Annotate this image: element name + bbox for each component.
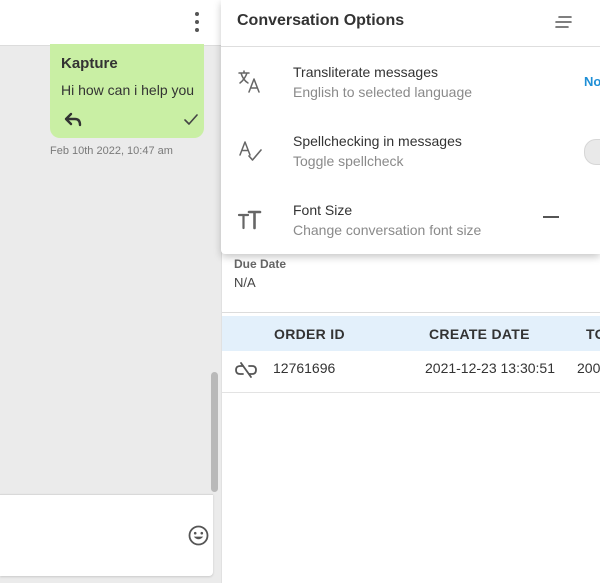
divider: [222, 312, 600, 313]
option-font-size[interactable]: Font Size Change conversation font size: [221, 202, 600, 262]
option-subtitle: English to selected language: [293, 84, 473, 100]
message-sender: Kapture: [61, 55, 118, 72]
total-cell: 200: [577, 360, 600, 376]
option-title: Transliterate messages: [293, 64, 438, 80]
option-subtitle: Toggle spellcheck: [293, 153, 404, 169]
option-title: Spellchecking in messages: [293, 133, 462, 149]
chat-header: [0, 0, 221, 46]
message-text: Hi how can i help you: [61, 82, 195, 98]
due-date-value: N/A: [234, 275, 256, 290]
reply-icon[interactable]: [64, 112, 82, 128]
table-row[interactable]: 12761696 2021-12-23 13:30:51 200: [222, 351, 600, 393]
column-total[interactable]: TO: [586, 326, 600, 342]
options-title: Conversation Options: [237, 12, 405, 29]
option-title: Font Size: [293, 202, 353, 218]
menu-lines-icon[interactable]: [554, 15, 572, 29]
spellcheck-toggle[interactable]: [584, 139, 600, 165]
orders-table-header: ORDER ID CREATE DATE TO: [222, 316, 600, 351]
font-size-icon: [237, 210, 262, 230]
column-create-date[interactable]: CREATE DATE: [429, 326, 530, 342]
order-id-cell: 12761696: [273, 360, 336, 376]
chat-scrollbar[interactable]: [211, 372, 218, 492]
minus-icon[interactable]: [543, 216, 559, 218]
unlink-icon[interactable]: [235, 360, 257, 380]
emoji-icon[interactable]: [188, 525, 209, 546]
message-composer[interactable]: [0, 494, 213, 576]
delivered-check-icon: [184, 114, 198, 125]
option-spellcheck[interactable]: Spellchecking in messages Toggle spellch…: [221, 133, 600, 193]
transliterate-language-select[interactable]: No: [584, 74, 600, 89]
column-order-id[interactable]: ORDER ID: [274, 326, 345, 342]
create-date-cell: 2021-12-23 13:30:51: [425, 360, 555, 376]
option-subtitle: Change conversation font size: [293, 222, 482, 238]
options-header: Conversation Options: [221, 0, 600, 47]
translate-icon: [238, 70, 260, 93]
more-options-icon[interactable]: [190, 12, 204, 32]
spellcheck-icon: [239, 141, 262, 161]
conversation-options-panel: Conversation Options Transliterate messa…: [221, 0, 600, 254]
message-bubble: Kapture Hi how can i help you: [50, 44, 204, 138]
message-timestamp: Feb 10th 2022, 10:47 am: [50, 145, 173, 157]
option-transliterate[interactable]: Transliterate messages English to select…: [221, 64, 600, 124]
chat-pane: Kapture Hi how can i help you Feb 10th 2…: [0, 0, 221, 583]
